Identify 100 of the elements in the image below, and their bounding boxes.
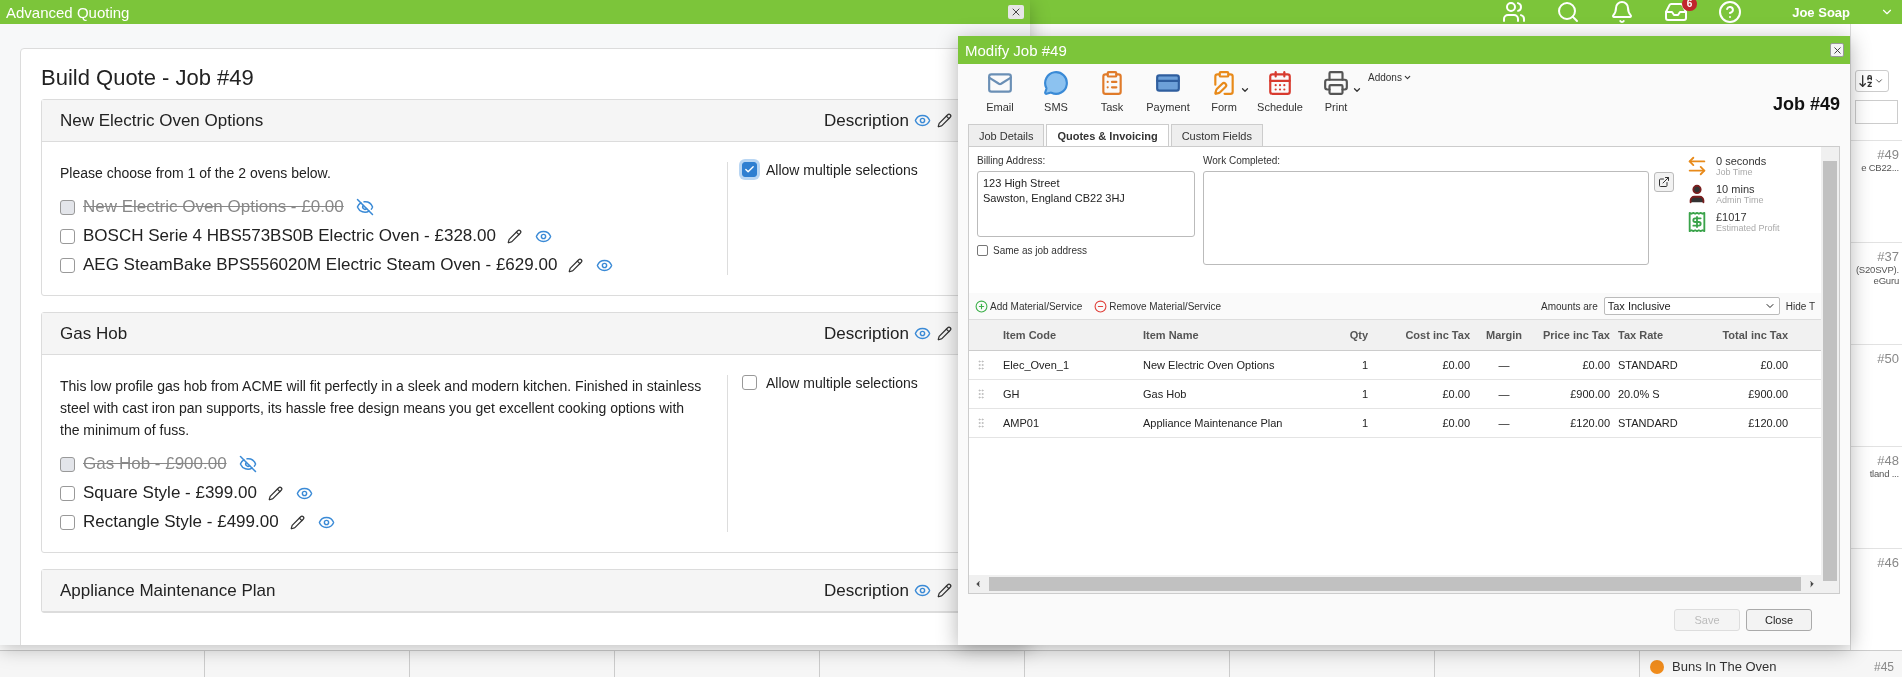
table-cell-text: 1 [1360, 417, 1369, 429]
pencil-icon[interactable] [937, 113, 952, 128]
pencil-icon[interactable] [937, 326, 952, 341]
add-material-button[interactable]: Add Material/Service [975, 299, 1083, 313]
pencil-icon[interactable] [289, 514, 305, 530]
check-icon [744, 164, 755, 175]
table-cell-text: STANDARD [1617, 417, 1679, 429]
drag-handle-icon[interactable] [975, 417, 987, 429]
pencil-icon[interactable] [506, 228, 522, 244]
help-icon[interactable] [1718, 0, 1743, 24]
dialog-title: Modify Job #49 [965, 41, 1067, 59]
dialog-button[interactable]: Close [1746, 608, 1812, 631]
inbox-icon[interactable] [1664, 0, 1689, 24]
eye-icon[interactable] [914, 582, 931, 599]
eye-icon[interactable] [914, 325, 931, 342]
caret-icon [1874, 76, 1884, 86]
checkbox-label: Same as job address [993, 245, 1087, 256]
checkbox[interactable] [60, 228, 75, 244]
column-header: Tax Rate [1617, 329, 1665, 341]
sort-button[interactable] [1855, 70, 1889, 92]
eye-icon[interactable] [914, 112, 931, 129]
drag-handle-icon[interactable] [975, 359, 987, 371]
calendar-icon [1267, 70, 1293, 96]
close-button[interactable] [1830, 43, 1844, 57]
receipt-icon [1686, 211, 1708, 233]
job-number: #50 [1877, 351, 1899, 366]
toolbar-button[interactable]: Email [972, 70, 1028, 113]
pencil-icon[interactable] [568, 257, 584, 273]
checkbox[interactable] [60, 514, 75, 530]
description-label: Description [823, 110, 909, 131]
scroll-right-icon[interactable] [1807, 579, 1817, 589]
scroll-left-icon[interactable] [973, 579, 983, 589]
search-field[interactable] [1855, 100, 1898, 124]
tax-select[interactable]: Tax Inclusive [1603, 297, 1780, 315]
horizontal-scrollbar[interactable] [969, 575, 1821, 593]
job-number: #37 [1877, 249, 1899, 264]
checkbox[interactable] [60, 456, 75, 472]
close-icon [1831, 44, 1843, 56]
eye-off-icon[interactable] [355, 198, 374, 216]
table-cell-text: £0.00 [1441, 388, 1471, 400]
people-icon[interactable] [1502, 0, 1527, 24]
job-card[interactable]: #50 [1851, 344, 1902, 446]
job-text: tland ... [1869, 468, 1899, 479]
toolbar-button[interactable]: Form [1196, 70, 1252, 113]
pencil-icon[interactable] [937, 583, 952, 598]
job-number: #48 [1877, 453, 1899, 468]
search-icon[interactable] [1556, 0, 1581, 24]
drag-handle-icon[interactable] [975, 388, 987, 400]
job-card[interactable]: #49 e CB22... [1851, 140, 1902, 242]
address-field[interactable]: 123 High Street Sawston, England CB22 3HJ [977, 171, 1195, 237]
expand-button[interactable] [1654, 172, 1674, 192]
work-completed-field[interactable] [1203, 171, 1649, 265]
caret-icon [1352, 85, 1362, 95]
job-card[interactable]: #48 tland ... [1851, 446, 1902, 548]
checkbox[interactable] [742, 375, 757, 390]
section-title: Gas Hob [60, 323, 128, 344]
tab[interactable]: Quotes & Invoicing [1046, 124, 1169, 147]
field-label: Billing Address: [977, 155, 1047, 166]
checkbox[interactable] [60, 257, 75, 273]
toolbar-button[interactable]: Print [1308, 70, 1364, 113]
checkbox-label: Allow multiple selections [766, 162, 918, 178]
table-cell-text: — [1497, 359, 1511, 371]
checkbox[interactable] [60, 485, 75, 501]
checkbox[interactable] [742, 162, 757, 177]
tab[interactable]: Job Details [968, 124, 1045, 147]
table-cell-text: £0.00 [1441, 359, 1471, 371]
checkbox[interactable] [977, 245, 988, 256]
toolbar-button[interactable]: Schedule [1252, 70, 1308, 113]
bell-icon[interactable] [1610, 0, 1635, 24]
plus-icon [975, 299, 988, 313]
column-header: Price inc Tax [1541, 329, 1611, 341]
remove-material-button[interactable]: Remove Material/Service [1094, 299, 1221, 313]
vertical-scrollbar[interactable] [1821, 147, 1839, 593]
close-button[interactable] [1008, 5, 1024, 19]
table-cell-text: £120.00 [1569, 417, 1611, 429]
toolbar-button[interactable]: Payment [1140, 70, 1196, 113]
envelope-icon [987, 70, 1013, 96]
checkbox-label: Allow multiple selections [766, 375, 918, 391]
close-icon [1010, 6, 1022, 18]
option-label: AEG SteamBake BPS556020M Electric Steam Oven - £629.00 [83, 255, 558, 275]
checkbox[interactable] [60, 199, 75, 215]
hide-label[interactable]: Hide T [1785, 300, 1815, 312]
chat-bubble-icon [1043, 70, 1069, 96]
window-title: Advanced Quoting [6, 3, 130, 21]
toolbar-button[interactable]: Task [1084, 70, 1140, 113]
table-cell-text: £0.00 [1581, 359, 1611, 371]
column-header: Cost inc Tax [1404, 329, 1471, 341]
eye-off-icon[interactable] [238, 455, 257, 473]
external-link-icon [1658, 176, 1670, 188]
stat-label: Estimated Profit [1716, 223, 1780, 233]
column-header: Qty [1348, 329, 1369, 341]
tab[interactable]: Custom Fields [1170, 124, 1263, 147]
caret-icon [1240, 85, 1250, 95]
toolbar-button[interactable]: SMS [1028, 70, 1084, 113]
table-cell-text: 20.0% S [1617, 388, 1661, 400]
stat-label: Job Time [1716, 167, 1754, 177]
calendar-event[interactable]: Buns In The Oven #45 [1640, 651, 1902, 677]
addons-menu[interactable]: Addons [1368, 72, 1412, 83]
job-card[interactable]: #37 (S20SVP). eGuru [1851, 242, 1902, 344]
pencil-icon[interactable] [267, 485, 283, 501]
